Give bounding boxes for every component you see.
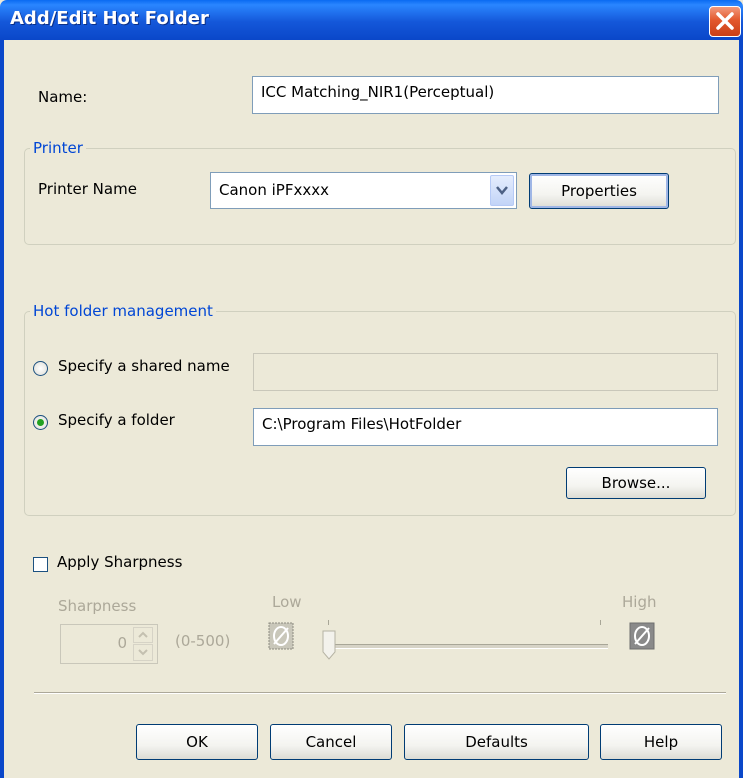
specify-folder-radio[interactable] xyxy=(33,415,48,430)
footer-separator xyxy=(34,692,726,694)
slider-track xyxy=(330,644,608,649)
name-label: Name: xyxy=(38,88,88,106)
slider-low-label: Low xyxy=(272,593,302,611)
apply-sharpness-label[interactable]: Apply Sharpness xyxy=(57,553,182,571)
sharpness-slider[interactable] xyxy=(320,618,612,664)
printer-name-value: Canon iPFxxxx xyxy=(219,181,329,199)
high-sharpness-icon xyxy=(629,622,655,650)
cancel-label: Cancel xyxy=(305,733,357,751)
low-sharpness-icon xyxy=(268,622,294,650)
slider-high-label: High xyxy=(622,593,657,611)
help-button[interactable]: Help xyxy=(600,724,722,760)
shared-name-radio[interactable] xyxy=(33,361,48,376)
ok-button[interactable]: OK xyxy=(136,724,258,760)
shared-name-radio-label[interactable]: Specify a shared name xyxy=(58,357,230,375)
name-input[interactable]: ICC Matching_NIR1(Perceptual) xyxy=(252,76,719,114)
printer-name-select[interactable]: Canon iPFxxxx xyxy=(210,172,517,209)
printer-dropdown-button[interactable] xyxy=(490,175,514,206)
window-frame-left xyxy=(0,40,4,778)
sharpness-spinner[interactable]: 0 xyxy=(60,624,158,664)
properties-button[interactable]: Properties xyxy=(529,173,669,209)
cancel-button[interactable]: Cancel xyxy=(270,724,392,760)
help-label: Help xyxy=(643,733,679,751)
spinner-down-button[interactable] xyxy=(133,644,153,661)
chevron-down-icon xyxy=(138,649,148,656)
sharpness-range-label: (0-500) xyxy=(175,632,231,650)
window-frame-right xyxy=(739,40,743,778)
folder-path-input[interactable]: C:\Program Files\HotFolder xyxy=(253,408,718,446)
defaults-button[interactable]: Defaults xyxy=(404,724,589,760)
slider-tick-min xyxy=(328,620,329,625)
ok-label: OK xyxy=(186,733,208,751)
slider-tick-max xyxy=(600,620,601,625)
specify-folder-radio-label[interactable]: Specify a folder xyxy=(58,411,175,429)
chevron-up-icon xyxy=(138,631,148,638)
browse-button[interactable]: Browse... xyxy=(566,467,706,499)
browse-label: Browse... xyxy=(601,474,671,492)
printer-name-label: Printer Name xyxy=(38,180,137,198)
sharpness-label: Sharpness xyxy=(58,597,137,615)
sharpness-value: 0 xyxy=(117,634,127,652)
radio-selected-dot xyxy=(37,419,44,426)
shared-name-input[interactable] xyxy=(253,353,718,391)
properties-label: Properties xyxy=(561,182,637,200)
slider-thumb[interactable] xyxy=(322,630,336,660)
spinner-up-button[interactable] xyxy=(133,627,153,643)
close-icon xyxy=(716,12,734,30)
hot-folder-group-legend: Hot folder management xyxy=(33,302,213,320)
window-title: Add/Edit Hot Folder xyxy=(10,8,209,29)
defaults-label: Defaults xyxy=(465,733,528,751)
chevron-down-icon xyxy=(496,186,508,195)
close-button[interactable] xyxy=(709,6,741,37)
apply-sharpness-checkbox[interactable] xyxy=(33,557,48,572)
printer-group-legend: Printer xyxy=(33,139,83,157)
